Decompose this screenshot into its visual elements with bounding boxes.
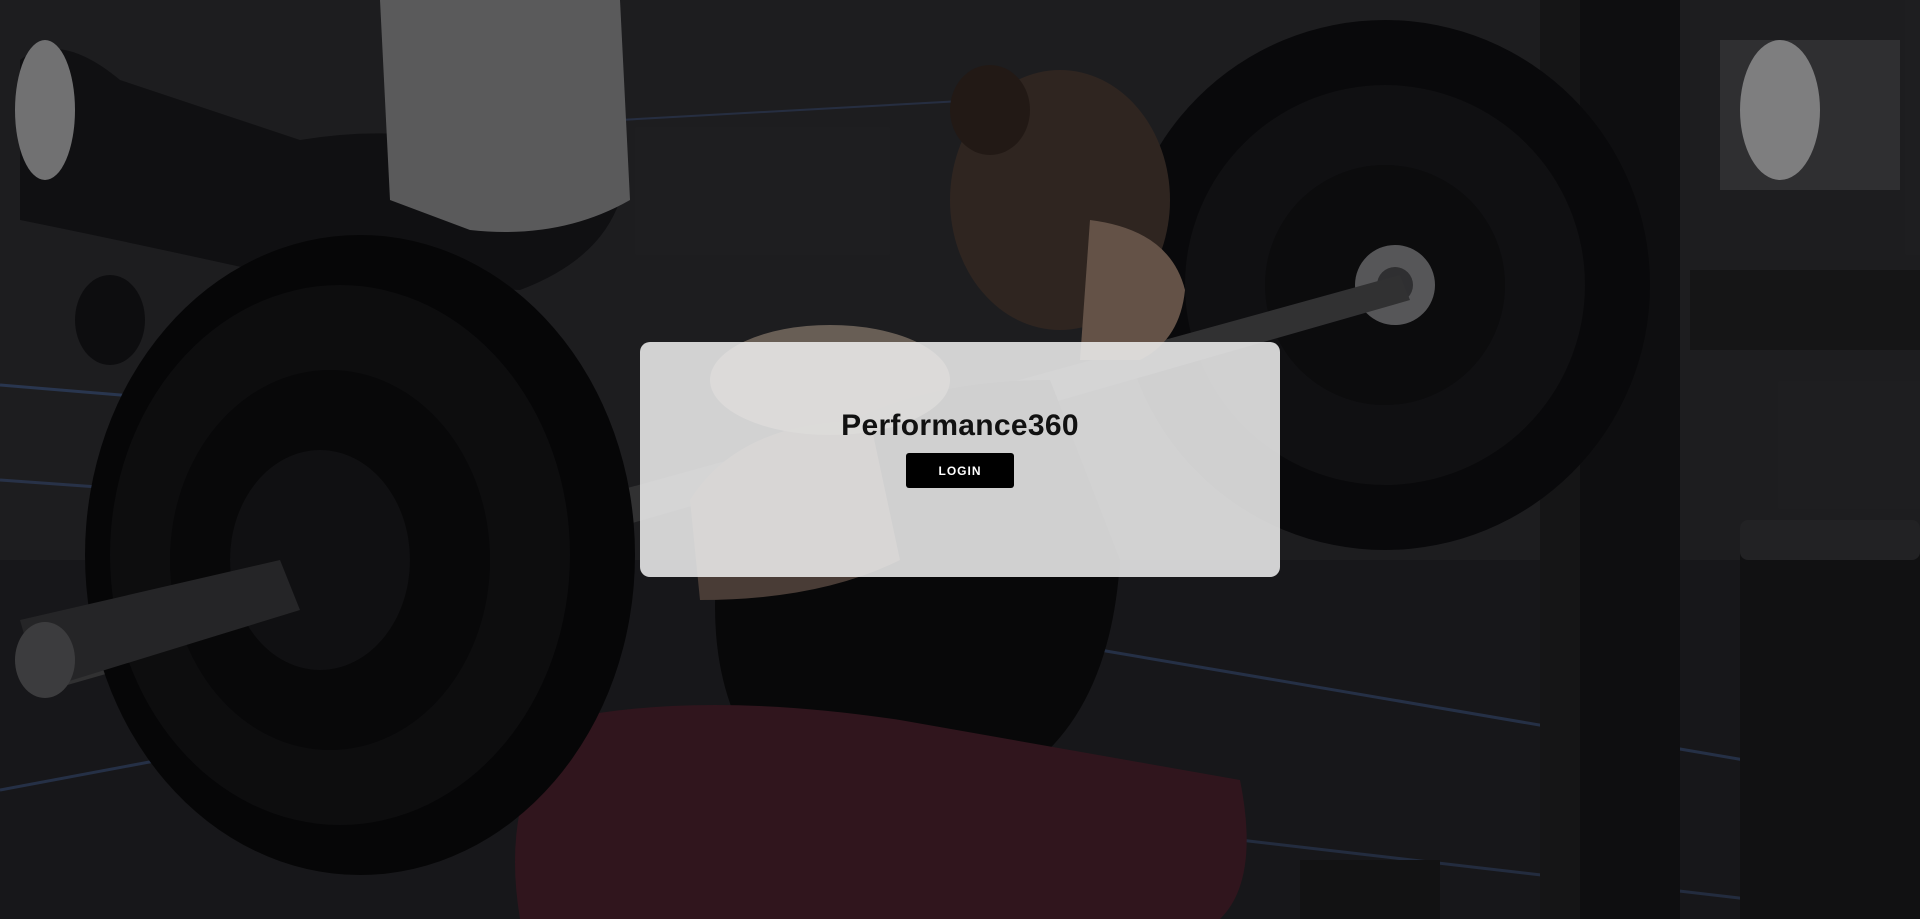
login-page: Performance360 LOGIN (0, 0, 1920, 919)
app-title: Performance360 (841, 409, 1079, 442)
login-card: Performance360 LOGIN (640, 342, 1280, 577)
login-button[interactable]: LOGIN (906, 453, 1014, 488)
